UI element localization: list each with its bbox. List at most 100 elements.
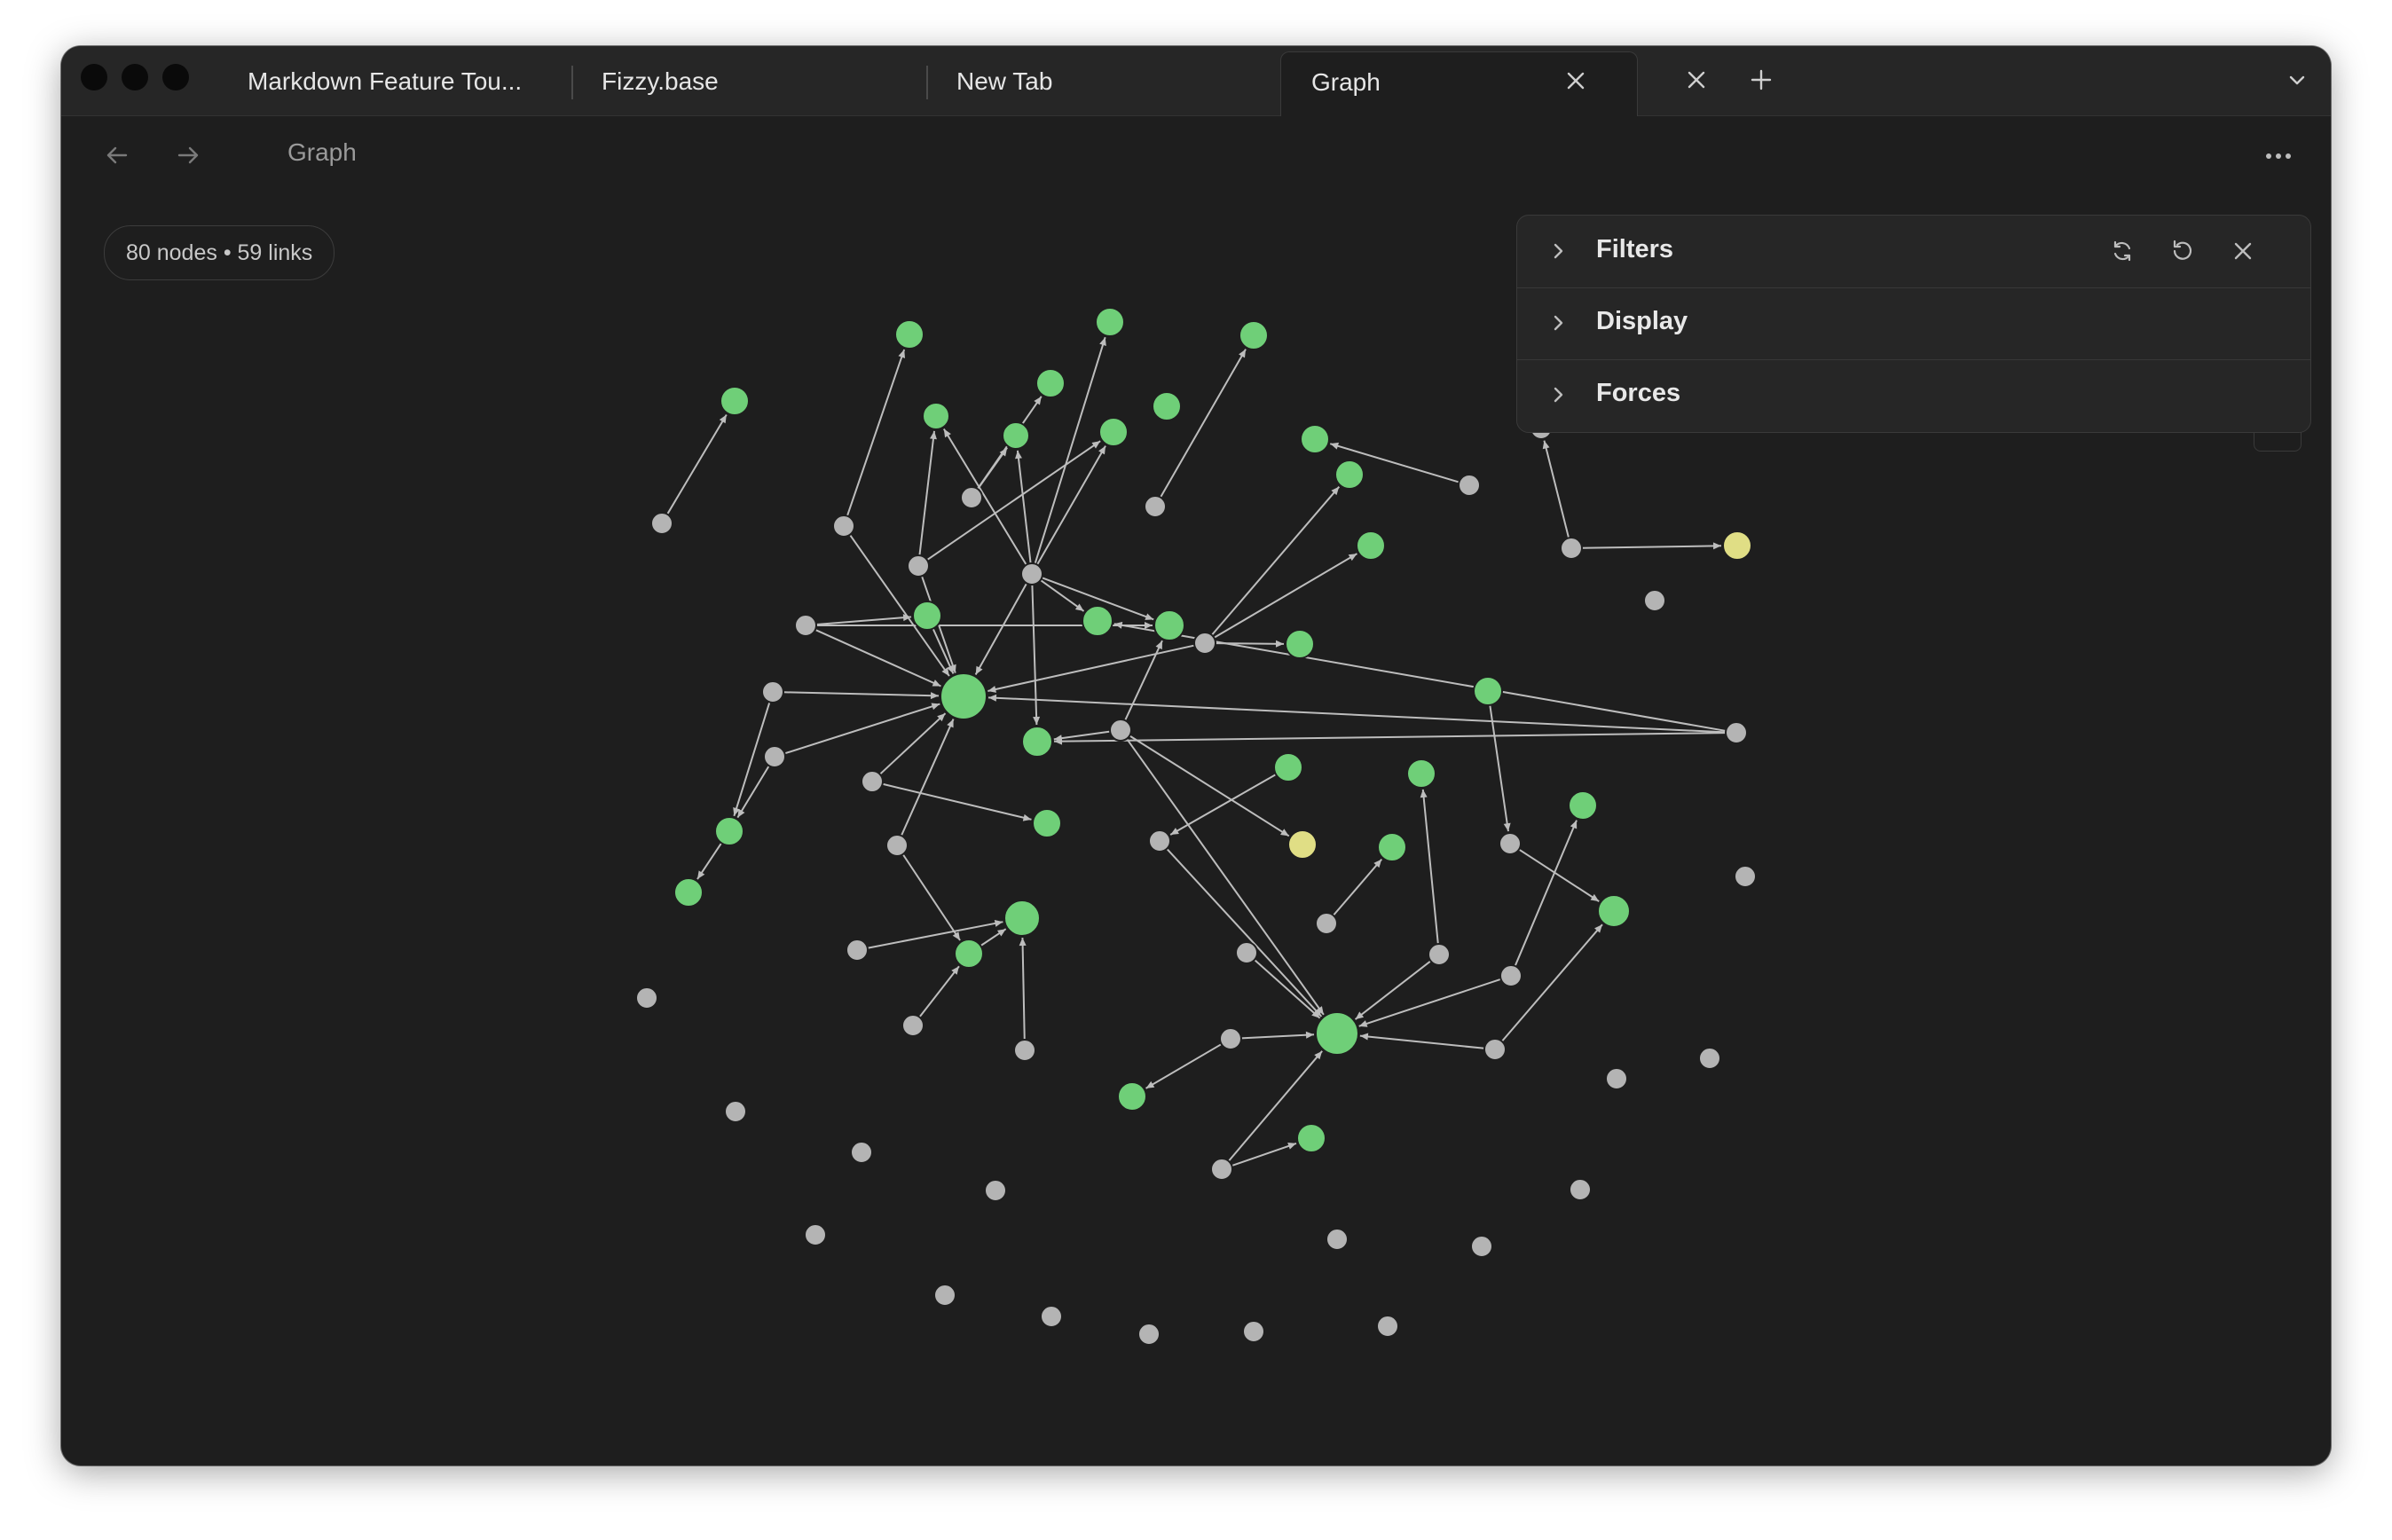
graph-node-orphan[interactable] <box>650 512 673 535</box>
graph-node-orphan[interactable] <box>1040 1305 1063 1328</box>
graph-node-note[interactable] <box>894 319 925 350</box>
graph-node-orphan[interactable] <box>1144 495 1167 518</box>
graph-node-orphan[interactable] <box>763 745 786 768</box>
reset-icon[interactable] <box>2165 233 2200 269</box>
graph-node-orphan[interactable] <box>1137 1323 1161 1346</box>
graph-node-note[interactable] <box>940 672 987 720</box>
graph-node-orphan[interactable] <box>933 1284 956 1307</box>
graph-node-orphan[interactable] <box>1605 1067 1628 1090</box>
graph-node-attachment[interactable] <box>1722 530 1752 561</box>
graph-node-note[interactable] <box>912 601 942 631</box>
graph-node-note[interactable] <box>1334 460 1365 490</box>
graph-node-note[interactable] <box>1032 808 1062 838</box>
graph-node-orphan[interactable] <box>1499 964 1523 987</box>
graph-node-note[interactable] <box>1002 421 1030 450</box>
graph-node-orphan[interactable] <box>794 614 817 637</box>
graph-node-orphan[interactable] <box>1376 1315 1399 1338</box>
graph-node-note[interactable] <box>673 877 704 908</box>
graph-node-note[interactable] <box>1035 368 1066 398</box>
graph-link-arrow <box>1330 442 1340 450</box>
graph-node-orphan[interactable] <box>1326 1228 1349 1251</box>
graph-node-orphan[interactable] <box>1483 1038 1507 1061</box>
graph-link <box>1124 640 1163 721</box>
chevron-right-icon <box>1547 312 1569 338</box>
graph-link <box>1240 1033 1315 1040</box>
graph-node-orphan[interactable] <box>1109 719 1132 742</box>
graph-node-orphan[interactable] <box>635 986 658 1010</box>
graph-node-orphan[interactable] <box>907 554 930 578</box>
graph-node-note[interactable] <box>1003 900 1041 937</box>
graph-link-arrow <box>1019 937 1027 947</box>
graph-node-orphan[interactable] <box>1235 941 1258 964</box>
graph-node-orphan[interactable] <box>1219 1027 1242 1050</box>
graph-node-orphan[interactable] <box>1734 865 1757 888</box>
graph-node-orphan[interactable] <box>850 1141 873 1164</box>
graph-node-orphan[interactable] <box>901 1014 925 1037</box>
graph-link <box>1166 848 1323 1018</box>
graph-node-orphan[interactable] <box>1499 832 1522 855</box>
graph-node-note[interactable] <box>1296 1123 1326 1153</box>
graph-node-orphan[interactable] <box>885 834 909 857</box>
graph-node-orphan[interactable] <box>1569 1178 1592 1201</box>
close-icon[interactable] <box>2225 233 2261 269</box>
graph-node-orphan[interactable] <box>1458 474 1481 497</box>
graph-node-orphan[interactable] <box>846 939 869 962</box>
section-label: Display <box>1596 307 1688 335</box>
graph-node-orphan[interactable] <box>1643 589 1666 612</box>
graph-node-note[interactable] <box>1117 1081 1147 1112</box>
graph-node-orphan[interactable] <box>1210 1158 1233 1181</box>
graph-node-orphan[interactable] <box>960 486 983 509</box>
refresh-icon[interactable] <box>2105 233 2140 269</box>
section-display[interactable]: Display <box>1517 287 2310 360</box>
graph-link <box>974 582 1028 676</box>
graph-node-orphan[interactable] <box>1148 829 1171 852</box>
graph-link <box>987 644 1195 692</box>
graph-node-orphan[interactable] <box>1193 632 1216 655</box>
graph-link <box>1358 978 1501 1027</box>
graph-node-note[interactable] <box>1568 790 1598 821</box>
graph-node-orphan[interactable] <box>1013 1039 1036 1062</box>
graph-node-note[interactable] <box>1082 605 1113 637</box>
graph-node-orphan[interactable] <box>1315 912 1338 935</box>
graph-node-note[interactable] <box>720 386 750 416</box>
graph-node-note[interactable] <box>1597 894 1631 928</box>
graph-node-orphan[interactable] <box>1428 943 1451 966</box>
graph-node-note[interactable] <box>714 816 744 846</box>
graph-node-note[interactable] <box>1473 676 1503 706</box>
graph-node-note[interactable] <box>1153 609 1185 641</box>
graph-node-orphan[interactable] <box>724 1100 747 1123</box>
graph-node-note[interactable] <box>1273 752 1303 782</box>
graph-node-orphan[interactable] <box>1560 537 1583 560</box>
graph-node-note[interactable] <box>1300 424 1330 454</box>
graph-link-arrow <box>1358 1020 1368 1027</box>
graph-node-orphan[interactable] <box>1242 1320 1265 1343</box>
graph-node-note[interactable] <box>1095 307 1125 337</box>
graph-node-orphan[interactable] <box>1470 1235 1493 1258</box>
graph-node-note[interactable] <box>1406 758 1436 789</box>
graph-node-orphan[interactable] <box>984 1179 1007 1202</box>
graph-link <box>1016 450 1032 564</box>
graph-link-arrow <box>1145 613 1154 620</box>
graph-node-note[interactable] <box>954 939 984 969</box>
graph-node-orphan[interactable] <box>832 515 855 538</box>
section-filters[interactable]: Filters <box>1517 216 2310 288</box>
graph-node-orphan[interactable] <box>1725 721 1748 744</box>
graph-node-attachment[interactable] <box>1287 829 1318 860</box>
graph-link-arrow <box>987 686 996 693</box>
graph-node-note[interactable] <box>1285 629 1315 659</box>
graph-node-orphan[interactable] <box>804 1223 827 1246</box>
graph-node-note[interactable] <box>1315 1011 1359 1056</box>
graph-node-orphan[interactable] <box>761 680 784 703</box>
graph-node-orphan[interactable] <box>1020 562 1043 585</box>
graph-node-orphan[interactable] <box>1698 1047 1721 1070</box>
graph-node-note[interactable] <box>1377 832 1407 862</box>
graph-node-note[interactable] <box>1356 530 1386 561</box>
graph-node-note[interactable] <box>1239 320 1269 350</box>
graph-node-note[interactable] <box>1098 417 1129 447</box>
graph-link-arrow <box>1503 822 1511 832</box>
graph-node-note[interactable] <box>1021 726 1053 758</box>
graph-node-note[interactable] <box>922 402 950 430</box>
graph-node-note[interactable] <box>1152 391 1182 421</box>
graph-node-orphan[interactable] <box>861 770 884 793</box>
section-forces[interactable]: Forces <box>1517 359 2310 431</box>
